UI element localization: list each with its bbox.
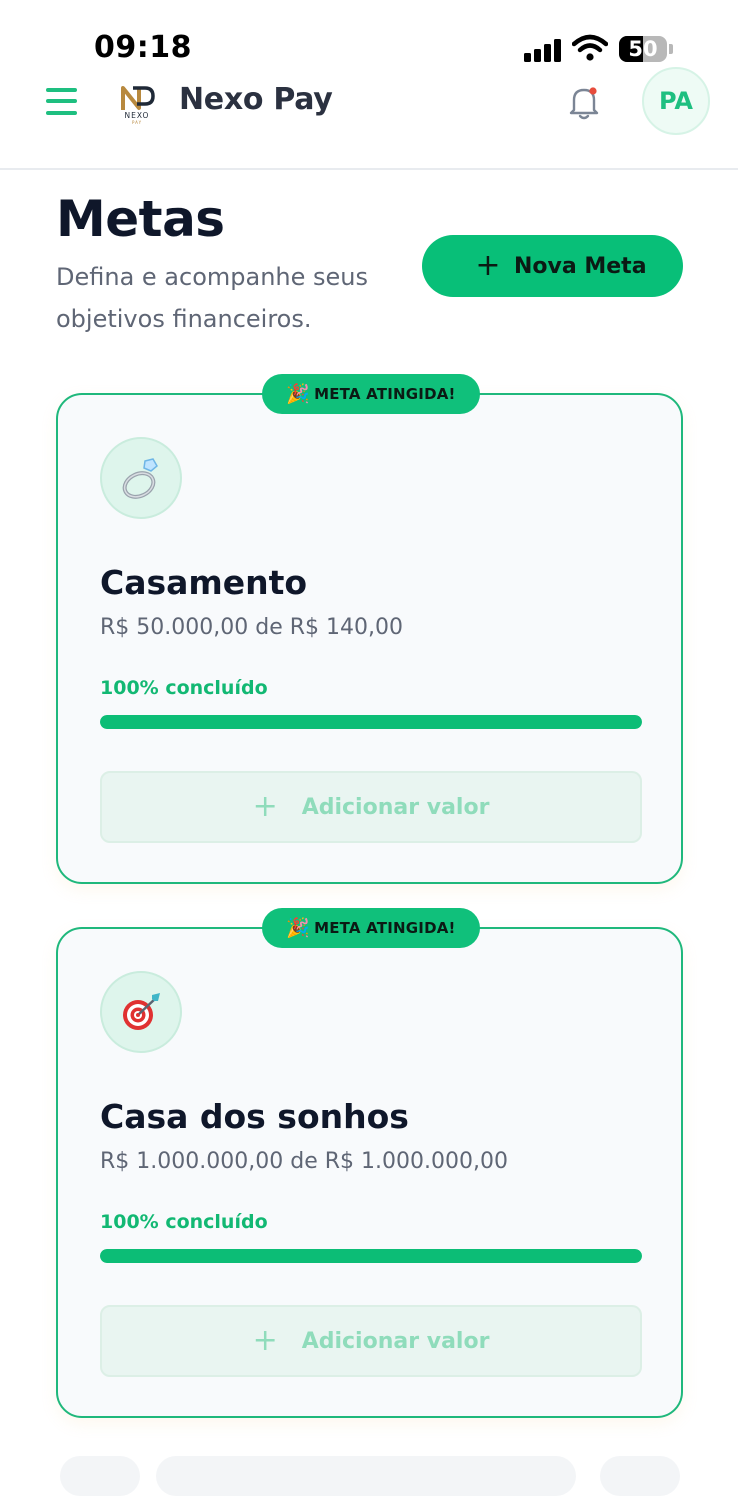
wifi-icon [572,34,608,61]
brand-name: Nexo Pay [179,82,333,117]
next-card-peek [600,1456,680,1496]
next-card-peek [60,1456,140,1496]
goal-achieved-badge: 🎉 META ATINGIDA! [262,374,480,414]
goal-progress-label: 100% concluído [100,1211,268,1233]
add-value-button[interactable]: + Adicionar valor [100,1305,642,1377]
goal-card: 🎉 META ATINGIDA! Casamento R$ 50.000,00 … [56,374,683,884]
plus-icon: + [252,1323,278,1358]
party-popper-icon: 🎉 [286,916,311,939]
svg-text:PAY: PAY [132,120,142,124]
new-goal-label: Nova Meta [514,253,647,279]
nexo-pay-logo: NEXO PAY [121,86,155,124]
goal-name: Casamento [100,563,308,602]
goal-card: 🎉 META ATINGIDA! Casa dos sonhos R$ 1.00… [56,908,683,1418]
progress-fill [100,715,642,729]
next-card-peek [156,1456,576,1496]
notifications-button[interactable] [564,82,604,122]
notification-dot [589,87,597,95]
add-value-button[interactable]: + Adicionar valor [100,771,642,843]
svg-text:NEXO: NEXO [125,111,150,120]
plus-icon: + [475,248,501,283]
app-header: NEXO PAY Nexo Pay PA [0,67,738,170]
progress-bar [100,715,642,729]
ring-icon [100,437,182,519]
status-time: 09:18 [94,30,192,65]
goal-name: Casa dos sonhos [100,1097,409,1136]
new-goal-button[interactable]: + Nova Meta [422,235,683,297]
goal-amount: R$ 50.000,00 de R$ 140,00 [100,615,403,640]
status-bar: 09:18 50 [0,0,738,70]
target-icon [100,971,182,1053]
page-title: Metas [56,190,225,248]
bell-icon [569,87,599,120]
goal-amount: R$ 1.000.000,00 de R$ 1.000.000,00 [100,1149,508,1174]
party-popper-icon: 🎉 [286,382,311,405]
menu-button[interactable] [44,84,80,118]
page-subtitle: Defina e acompanhe seus objetivos financ… [56,263,369,333]
progress-fill [100,1249,642,1263]
cellular-signal-icon [524,38,564,62]
plus-icon: + [252,789,278,824]
goal-achieved-badge: 🎉 META ATINGIDA! [262,908,480,948]
battery-percent: 50 [628,37,658,61]
battery-icon: 50 [619,36,673,62]
progress-bar [100,1249,642,1263]
avatar[interactable]: PA [642,67,710,135]
goal-progress-label: 100% concluído [100,677,268,699]
